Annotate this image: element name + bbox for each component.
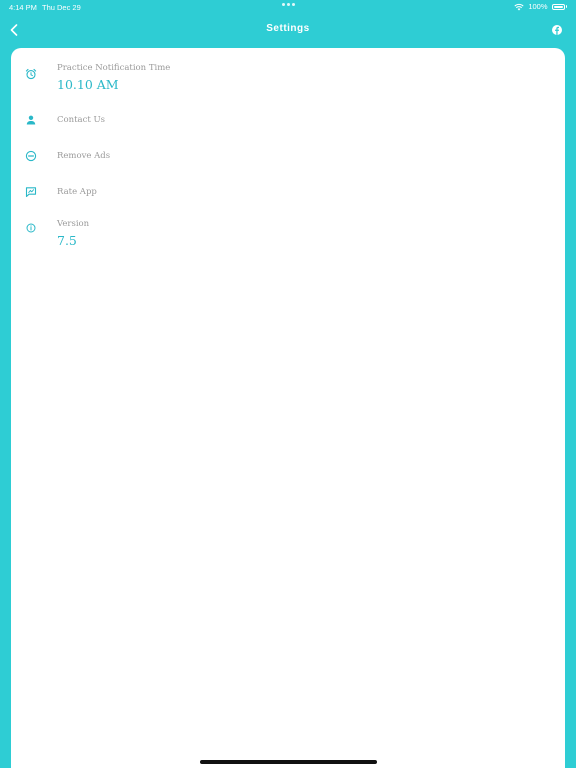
facebook-button[interactable] xyxy=(551,24,562,35)
setting-label: Version xyxy=(57,219,90,229)
person-icon xyxy=(25,114,37,126)
setting-label: Practice Notification Time xyxy=(57,63,171,73)
status-date: Thu Dec 29 xyxy=(42,3,81,12)
setting-value: 7.5 xyxy=(57,233,77,248)
rate-app-icon xyxy=(25,186,37,198)
page-title: Settings xyxy=(266,23,310,34)
multitasking-dots-icon[interactable] xyxy=(282,3,295,6)
info-circle-icon xyxy=(25,222,37,234)
setting-contact-us[interactable]: Contact Us xyxy=(11,110,565,132)
setting-rate-app[interactable]: Rate App xyxy=(11,182,565,204)
status-time: 4:14 PM xyxy=(9,3,37,12)
minus-circle-icon xyxy=(25,150,37,162)
wifi-icon xyxy=(514,3,524,10)
battery-icon xyxy=(551,3,565,10)
battery-tip xyxy=(565,5,567,8)
setting-notification-time[interactable]: Practice Notification Time 10.10 AM xyxy=(11,58,565,100)
setting-value: 10.10 AM xyxy=(57,77,119,92)
status-bar: 4:14 PM Thu Dec 29 100% xyxy=(0,0,576,14)
setting-label: Rate App xyxy=(57,187,97,197)
facebook-icon xyxy=(551,24,562,35)
setting-version: Version 7.5 xyxy=(11,214,565,254)
settings-card: Practice Notification Time 10.10 AM Cont… xyxy=(11,48,565,768)
alarm-clock-icon xyxy=(25,68,37,80)
nav-bar: Settings xyxy=(0,14,576,46)
status-indicators: 100% xyxy=(514,2,567,11)
setting-remove-ads[interactable]: Remove Ads xyxy=(11,146,565,168)
setting-label: Remove Ads xyxy=(57,151,111,161)
home-indicator[interactable] xyxy=(200,760,377,764)
setting-label: Contact Us xyxy=(57,115,105,125)
battery-percent: 100% xyxy=(528,2,548,11)
